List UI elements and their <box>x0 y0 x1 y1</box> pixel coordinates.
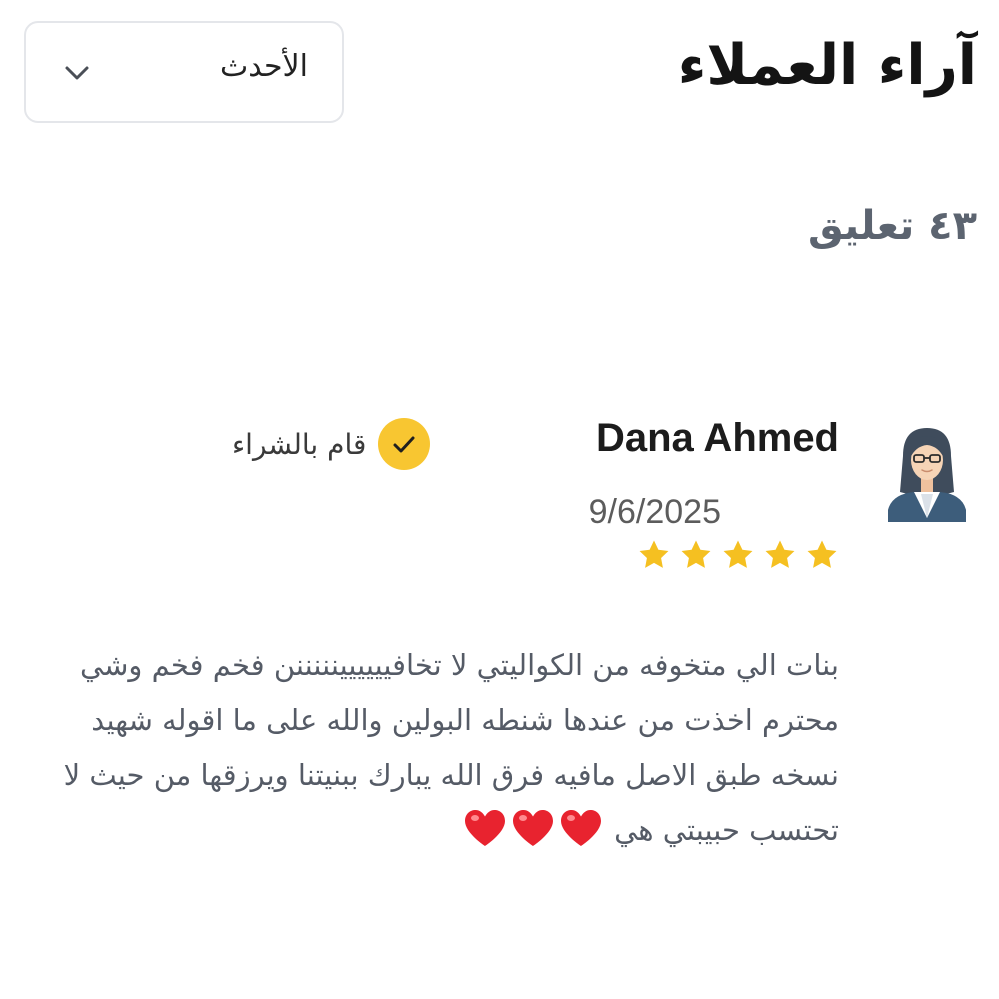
review-body: بنات الي متخوفه من الكواليتي لا تخافيييي… <box>63 648 839 847</box>
sort-dropdown[interactable]: الأحدث <box>24 21 344 123</box>
star-icon <box>639 540 669 568</box>
star-rating <box>637 538 839 572</box>
verified-label: قام بالشراء <box>232 427 367 461</box>
star-icon <box>681 540 711 568</box>
star-icon <box>765 540 795 568</box>
heart-emojis <box>461 810 605 847</box>
reviewer-name: Dana Ahmed <box>595 416 839 460</box>
review-count: ٤٣ تعليق <box>807 203 977 249</box>
heart-icon <box>512 810 553 846</box>
sort-selected-value: الأحدث <box>220 49 308 84</box>
verified-check-icon <box>378 418 431 470</box>
verified-purchase: قام بالشراء <box>232 418 431 470</box>
review-date: 9/6/2025 <box>588 493 721 531</box>
chevron-down-icon <box>65 66 89 80</box>
star-icon <box>723 540 753 568</box>
heart-icon <box>560 810 601 846</box>
page-title: آراء العملاء <box>677 33 977 98</box>
heart-icon <box>464 810 505 846</box>
star-icon <box>807 540 837 568</box>
avatar <box>888 428 966 522</box>
review-text: بنات الي متخوفه من الكواليتي لا تخافيييي… <box>39 638 839 858</box>
